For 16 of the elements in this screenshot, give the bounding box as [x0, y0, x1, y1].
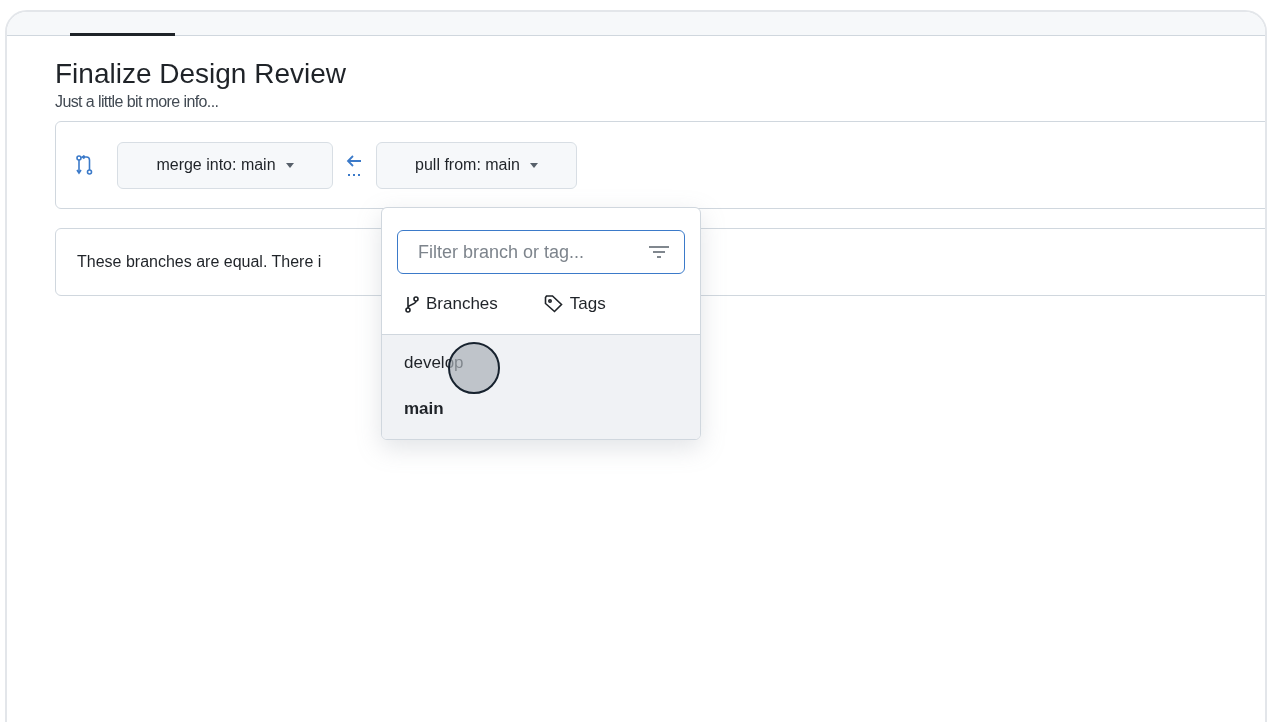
branch-icon	[404, 295, 420, 313]
filter-field[interactable]: Filter branch or tag...	[397, 230, 685, 274]
status-message: These branches are equal. There i	[77, 253, 322, 271]
head-branch-button[interactable]: pull from: main	[376, 141, 577, 189]
compare-icon	[76, 155, 94, 175]
arrow-left-icon	[345, 153, 363, 177]
caret-icon	[285, 162, 294, 168]
page-subtitle: Just a little bit more info...	[55, 92, 220, 112]
dropdown-tab[interactable]: Tags	[543, 294, 606, 314]
branch-item[interactable]: main	[382, 387, 700, 433]
tag-icon	[543, 295, 564, 313]
base-branch-button[interactable]: merge into: main	[117, 141, 333, 189]
filter-icon	[648, 245, 670, 259]
caret-icon	[529, 162, 538, 168]
page-title: Finalize Design Review	[55, 57, 347, 91]
dropdown-tab[interactable]: Branches	[404, 294, 498, 314]
